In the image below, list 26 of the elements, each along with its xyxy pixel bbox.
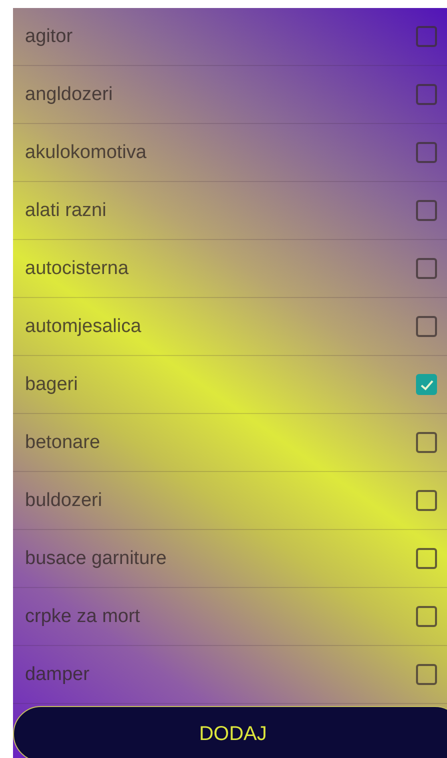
checkbox[interactable]: [416, 664, 437, 685]
list-item-label: automjesalica: [25, 316, 142, 338]
list-item-label: damper: [25, 664, 90, 686]
list-item-label: buldozeri: [25, 490, 102, 512]
list-item-label: agitor: [25, 26, 73, 48]
list-item-label: bageri: [25, 374, 78, 396]
add-button[interactable]: DODAJ: [13, 706, 447, 758]
checkbox[interactable]: [416, 606, 437, 627]
list-item-label: crpke za mort: [25, 606, 140, 628]
checkbox[interactable]: [416, 490, 437, 511]
checkbox[interactable]: [416, 142, 437, 163]
list-item-label: angldozeri: [25, 84, 113, 106]
list-item-label: akulokomotiva: [25, 142, 146, 164]
checkbox[interactable]: [416, 200, 437, 221]
check-icon: [420, 378, 434, 390]
list-item-label: busace garniture: [25, 548, 167, 570]
checkbox[interactable]: [416, 26, 437, 47]
checkbox[interactable]: [416, 548, 437, 569]
checkbox[interactable]: [416, 432, 437, 453]
checkbox[interactable]: [416, 84, 437, 105]
list-item-label: autocisterna: [25, 258, 129, 280]
checkbox[interactable]: [416, 316, 437, 337]
list-item-label: alati razni: [25, 200, 106, 222]
checkbox[interactable]: [416, 374, 437, 395]
checkbox[interactable]: [416, 258, 437, 279]
list-item-label: betonare: [25, 432, 100, 454]
